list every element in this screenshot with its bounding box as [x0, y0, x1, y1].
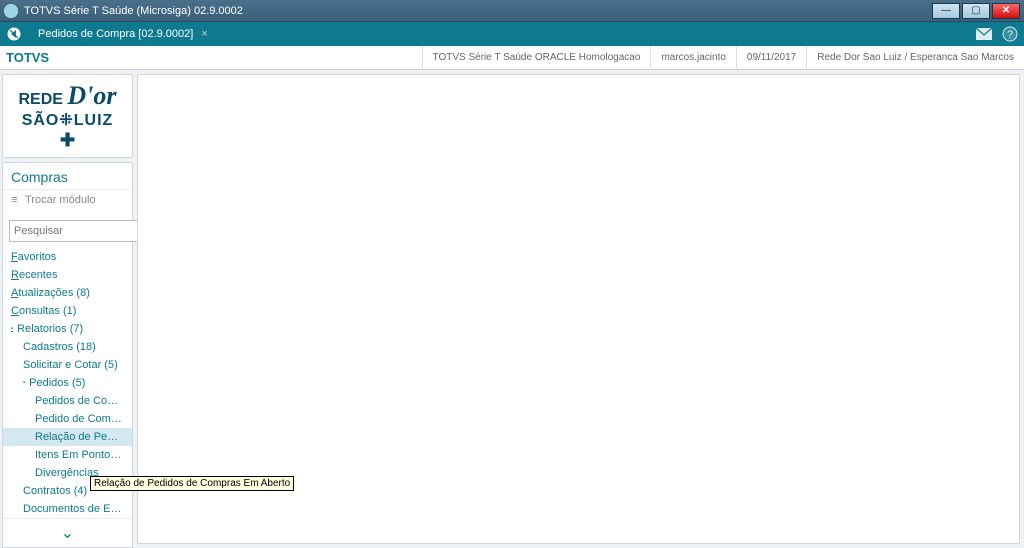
- chevron-down-icon: ⌄: [61, 525, 74, 542]
- window-titlebar: TOTVS Série T Saúde (Microsiga) 02.9.000…: [0, 0, 1024, 22]
- minimize-button[interactable]: —: [932, 3, 960, 19]
- logo-line1b: D'or: [67, 81, 116, 110]
- logo-panel: REDE D'or SÃO⁜LUIZ ✚: [2, 74, 133, 158]
- nav-expand-toggle[interactable]: ⌄: [3, 518, 132, 547]
- nav-recentes[interactable]: Recentes: [3, 266, 132, 284]
- maximize-button[interactable]: ▢: [962, 3, 990, 19]
- tooltip: Relação de Pedidos de Compras Em Aberto: [90, 476, 294, 491]
- nav-consultas[interactable]: Consultas (1): [3, 302, 132, 320]
- info-bar: TOTVS TOTVS Série T Saúde ORACLE Homolog…: [0, 46, 1024, 70]
- hamburger-icon: [11, 194, 21, 206]
- nav-atualizacoes[interactable]: Atualizações (8): [3, 284, 132, 302]
- nav-relatorios[interactable]: Relatorios (7): [3, 320, 132, 338]
- logo-cross-icon: ✚: [18, 130, 116, 152]
- org-label: Rede Dor Sao Luiz / Esperanca Sao Marcos: [806, 46, 1024, 70]
- module-switch[interactable]: Trocar módulo: [3, 189, 132, 214]
- window-title: TOTVS Série T Saúde (Microsiga) 02.9.000…: [24, 5, 243, 17]
- mail-icon[interactable]: [976, 26, 992, 42]
- tab-pedidos-compra[interactable]: Pedidos de Compra [02.9.0002] ×: [30, 22, 216, 46]
- nav-pedido-compra-m[interactable]: Pedido de Compra M...: [3, 410, 132, 428]
- back-icon[interactable]: [6, 26, 22, 42]
- tab-close-icon[interactable]: ×: [201, 28, 207, 40]
- nav-relacao-pedidos[interactable]: Relação de Pedidos ...: [3, 428, 132, 446]
- app-icon: [4, 4, 18, 18]
- module-title: Compras: [3, 163, 132, 189]
- nav-documentos-entrada[interactable]: Documentos de Entrad...: [3, 500, 132, 518]
- tab-label: Pedidos de Compra [02.9.0002]: [38, 28, 193, 40]
- module-switch-label: Trocar módulo: [25, 194, 96, 206]
- nav-itens-ponto[interactable]: Itens Em Ponto de P...: [3, 446, 132, 464]
- env-label: TOTVS Série T Saúde ORACLE Homologacao: [422, 46, 651, 70]
- tab-strip: Pedidos de Compra [02.9.0002] × ?: [0, 22, 1024, 46]
- nav-pedidos-compra[interactable]: Pedidos de Compra: [3, 392, 132, 410]
- nav-solicitar-cotar[interactable]: Solicitar e Cotar (5): [3, 356, 132, 374]
- date-label: 09/11/2017: [736, 46, 806, 70]
- logo-line2: SÃO⁜LUIZ: [22, 112, 114, 129]
- close-button[interactable]: ✕: [992, 3, 1020, 19]
- user-label: marcos.jacinto: [650, 46, 735, 70]
- window-controls: — ▢ ✕: [932, 3, 1020, 19]
- search-row: [3, 214, 132, 248]
- help-icon[interactable]: ?: [1002, 26, 1018, 42]
- svg-text:?: ?: [1007, 29, 1013, 41]
- content-area: [137, 74, 1020, 544]
- nav-favoritos[interactable]: Favoritos: [3, 248, 132, 266]
- nav-cadastros[interactable]: Cadastros (18): [3, 338, 132, 356]
- nav-pedidos[interactable]: Pedidos (5): [3, 374, 132, 392]
- brand-label: TOTVS: [6, 50, 49, 65]
- logo-line1a: REDE: [18, 91, 67, 108]
